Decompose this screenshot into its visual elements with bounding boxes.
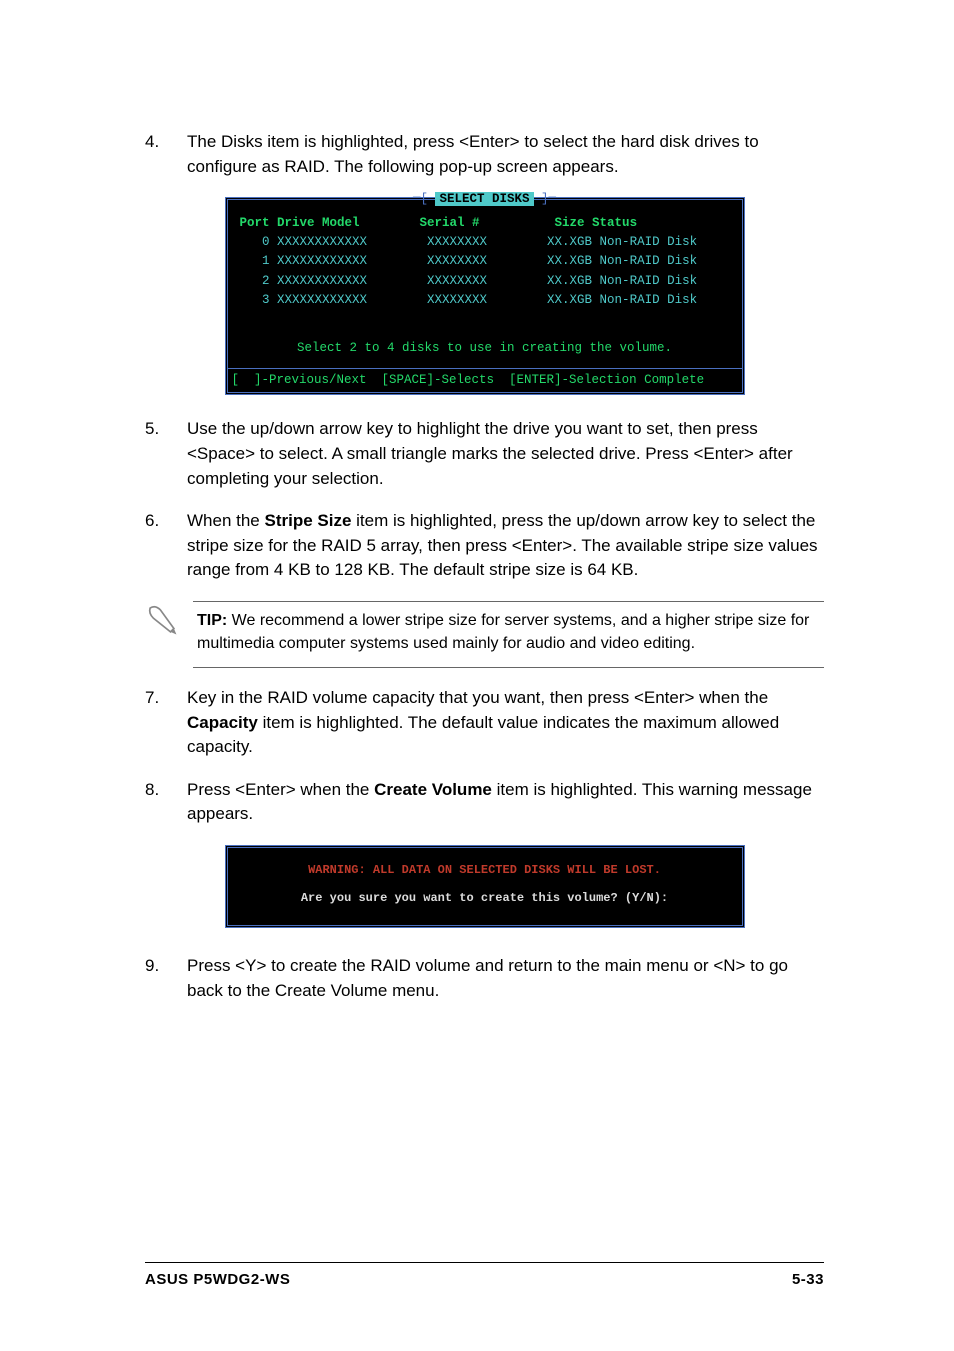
bios-disk-row[interactable]: 2 XXXXXXXXXXXX XXXXXXXX XX.XGB Non-RAID … [240,272,730,291]
bracket-right: ]═ [534,192,557,206]
bios-title-wrap: ═[ SELECT DISKS ]═ [228,190,742,209]
text-pre: Press <Enter> when the [187,780,374,799]
step-text: The Disks item is highlighted, press <En… [187,130,824,179]
warning-line-1: WARNING: ALL DATA ON SELECTED DISKS WILL… [236,862,734,879]
text-pre: Key in the RAID volume capacity that you… [187,688,768,707]
step-9: 9. Press <Y> to create the RAID volume a… [145,954,824,1003]
step-8: 8. Press <Enter> when the Create Volume … [145,778,824,827]
step-number: 6. [145,509,187,583]
step-text: When the Stripe Size item is highlighted… [187,509,824,583]
warning-line-2: Are you sure you want to create this vol… [236,890,734,907]
bios-disk-row[interactable]: 1 XXXXXXXXXXXX XXXXXXXX XX.XGB Non-RAID … [240,252,730,271]
tip-callout: TIP: We recommend a lower stripe size fo… [145,601,824,668]
step-number: 5. [145,417,187,491]
text-pre: When the [187,511,265,530]
tip-label: TIP: [197,612,227,629]
tip-body: TIP: We recommend a lower stripe size fo… [193,601,824,668]
step-text: Key in the RAID volume capacity that you… [187,686,824,760]
bios-header-row: Port Drive Model Serial # Size Status [240,214,730,233]
step-4: 4. The Disks item is highlighted, press … [145,130,824,179]
step-number: 8. [145,778,187,827]
step-number: 9. [145,954,187,1003]
step-number: 7. [145,686,187,760]
bios-disk-row[interactable]: 3 XXXXXXXXXXXX XXXXXXXX XX.XGB Non-RAID … [240,291,730,310]
bracket-left: ═[ [413,192,436,206]
step-text: Press <Enter> when the Create Volume ite… [187,778,824,827]
bios-inner: Port Drive Model Serial # Size Status 0 … [228,210,742,368]
bios-select-disks-box: ═[ SELECT DISKS ]═ Port Drive Model Seri… [225,197,745,395]
pencil-icon [145,601,193,645]
footer-product: ASUS P5WDG2-WS [145,1269,290,1291]
create-volume-label: Create Volume [374,780,492,799]
bios-instruction: Select 2 to 4 disks to use in creating t… [240,339,730,358]
bios-title: SELECT DISKS [435,192,533,206]
stripe-size-label: Stripe Size [265,511,352,530]
page-footer: ASUS P5WDG2-WS 5-33 [145,1262,824,1291]
step-6: 6. When the Stripe Size item is highligh… [145,509,824,583]
step-7: 7. Key in the RAID volume capacity that … [145,686,824,760]
step-text: Press <Y> to create the RAID volume and … [187,954,824,1003]
bios-warning-box: WARNING: ALL DATA ON SELECTED DISKS WILL… [225,845,745,928]
text-post: item is highlighted. The default value i… [187,713,779,757]
tip-text: We recommend a lower stripe size for ser… [197,612,809,651]
step-number: 4. [145,130,187,179]
bios-footer-hints: [ ]-Previous/Next [SPACE]-Selects [ENTER… [228,368,742,392]
footer-page-number: 5-33 [792,1269,824,1291]
step-text: Use the up/down arrow key to highlight t… [187,417,824,491]
capacity-label: Capacity [187,713,258,732]
bios-disk-row[interactable]: 0 XXXXXXXXXXXX XXXXXXXX XX.XGB Non-RAID … [240,233,730,252]
step-5: 5. Use the up/down arrow key to highligh… [145,417,824,491]
